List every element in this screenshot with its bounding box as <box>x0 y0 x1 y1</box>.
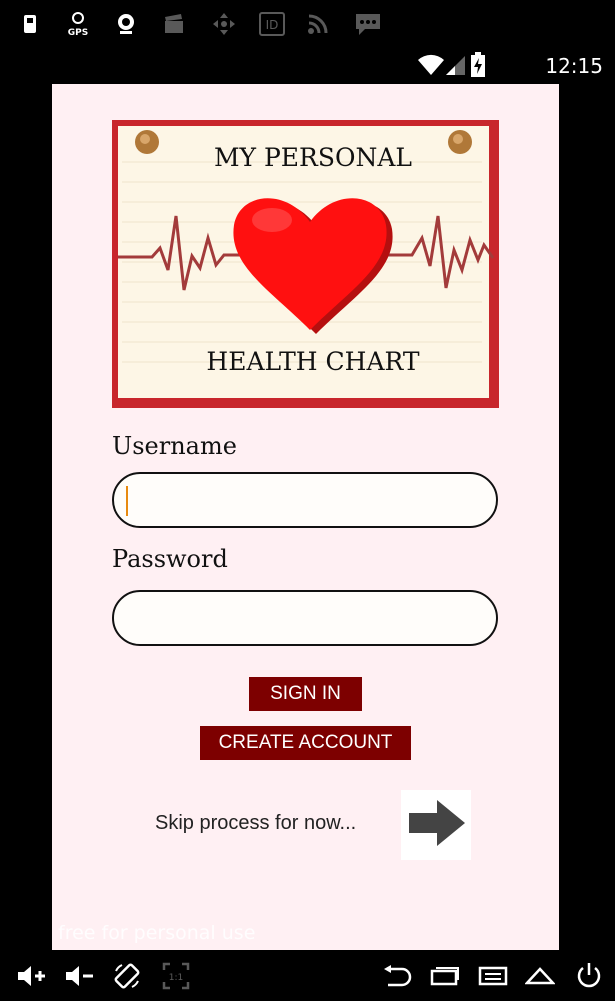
dpad-icon <box>210 10 238 38</box>
id-label: ID <box>266 18 279 32</box>
sim-card-icon <box>16 10 44 38</box>
menu-icon[interactable] <box>476 960 510 992</box>
password-label: Password <box>112 545 228 573</box>
webcam-icon <box>112 10 140 38</box>
wifi-icon <box>417 54 445 80</box>
skip-text: Skip process for now... <box>155 812 357 834</box>
recents-icon[interactable] <box>523 960 557 992</box>
gps-icon: GPS <box>63 10 93 38</box>
status-bar: 12:15 <box>0 48 615 84</box>
text-cursor <box>126 486 128 516</box>
logo-title-line2: HEALTH CHART <box>206 347 419 376</box>
arrow-right-icon <box>405 797 467 853</box>
volume-down-icon[interactable] <box>62 960 96 992</box>
power-icon[interactable] <box>572 960 606 992</box>
notification-bar: GPS ID <box>0 0 615 48</box>
signal-icon <box>444 54 466 80</box>
volume-up-icon[interactable] <box>14 960 48 992</box>
username-field[interactable] <box>112 472 498 528</box>
scale-label: 1:1 <box>169 973 183 983</box>
home-icon[interactable] <box>428 960 462 992</box>
create-account-button[interactable]: CREATE ACCOUNT <box>200 726 411 760</box>
gps-label: GPS <box>68 28 88 37</box>
health-chart-logo: MY PERSONAL HEALTH CHART <box>112 120 499 408</box>
login-screen: MY PERSONAL HEALTH CHART Username Passwo… <box>52 84 559 950</box>
back-icon[interactable] <box>380 960 414 992</box>
clock: 12:15 <box>545 54 603 78</box>
message-icon <box>354 10 382 38</box>
skip-button[interactable] <box>401 790 471 860</box>
username-label: Username <box>112 432 237 460</box>
id-icon: ID <box>258 10 286 38</box>
navigation-bar: 1:1 <box>0 950 615 1001</box>
scale-1to1-icon[interactable]: 1:1 <box>159 960 193 992</box>
battery-charging-icon <box>470 52 486 82</box>
password-field[interactable] <box>112 590 498 646</box>
clapper-icon <box>160 10 188 38</box>
logo-title-line1: MY PERSONAL <box>214 143 412 172</box>
watermark: free for personal use <box>58 922 256 944</box>
rotate-icon[interactable] <box>110 960 144 992</box>
device-frame: GPS ID 12:15 MY PERSONAL HEALTH CHART Us… <box>0 0 615 1001</box>
sign-in-button[interactable]: SIGN IN <box>249 677 362 711</box>
rss-icon <box>304 10 332 38</box>
